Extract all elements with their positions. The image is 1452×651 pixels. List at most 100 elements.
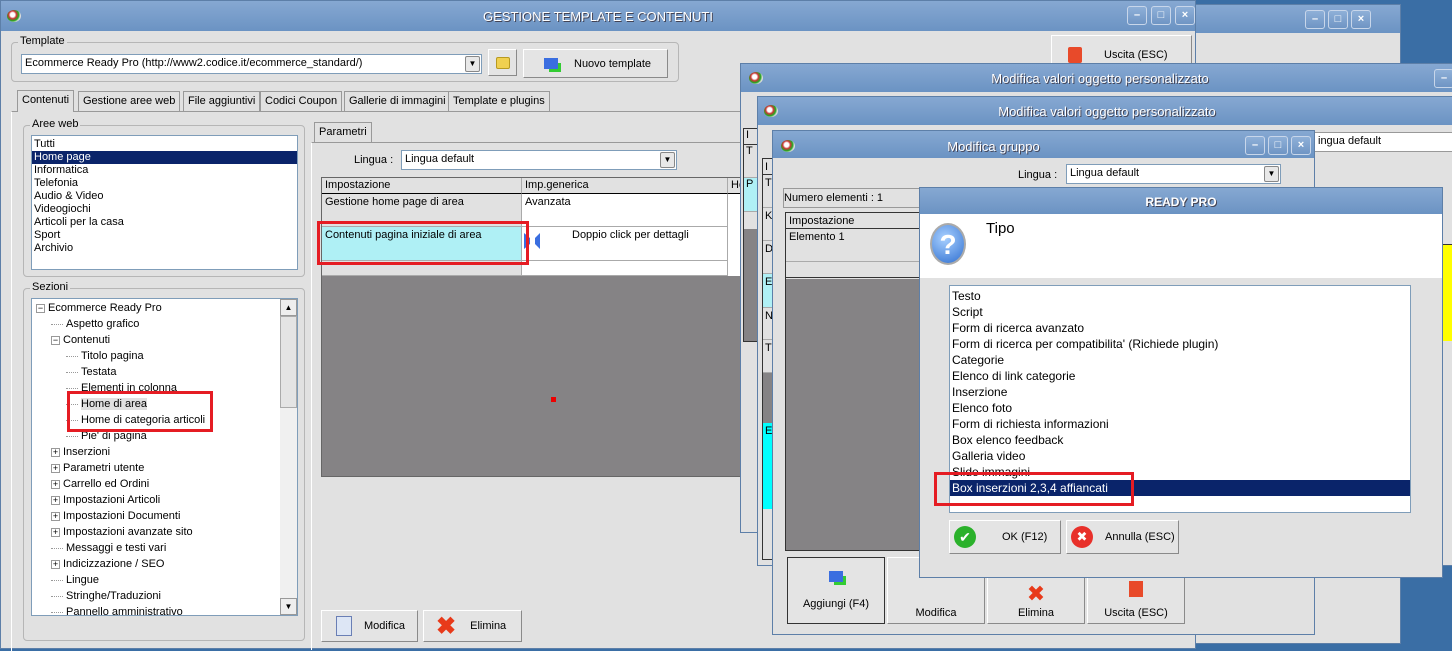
- template-select[interactable]: Ecommerce Ready Pro (http://www2.codice.…: [21, 54, 482, 74]
- tree-node[interactable]: + Impostazioni Articoli: [32, 492, 297, 508]
- lingua-select[interactable]: Lingua default ▼: [1066, 164, 1281, 184]
- elimina-button[interactable]: ✖ Elimina: [423, 610, 522, 642]
- tipo-option[interactable]: Galleria video: [950, 448, 1410, 464]
- chevron-down-icon[interactable]: ▼: [660, 152, 675, 168]
- tree-node[interactable]: + Inserzioni: [32, 444, 297, 460]
- grid-header-impostazione[interactable]: Impostazione: [786, 213, 924, 229]
- app-icon: [749, 72, 763, 84]
- scroll-up-button[interactable]: ▲: [280, 299, 297, 316]
- grid-header-impostazione[interactable]: Impostazione: [322, 178, 522, 194]
- tree-node[interactable]: − Contenuti: [32, 332, 297, 348]
- tab-gestione-aree-web[interactable]: Gestione aree web: [78, 91, 181, 111]
- minimize-button[interactable]: –: [1245, 136, 1265, 155]
- aree-web-list[interactable]: Tutti Home page Informatica Telefonia Audio …: [31, 135, 298, 270]
- chevron-down-icon[interactable]: ▼: [1264, 166, 1279, 182]
- tree-node[interactable]: Lingue: [32, 572, 297, 588]
- tree-node[interactable]: − Ecommerce Ready Pro: [32, 300, 297, 316]
- grid-header-imp-generica[interactable]: Imp.generica: [522, 178, 728, 194]
- tree-node-label: Inserzioni: [63, 446, 111, 458]
- aree-web-item[interactable]: Tutti: [32, 138, 297, 151]
- expand-icon[interactable]: +: [51, 448, 60, 457]
- tipo-option[interactable]: Script: [950, 304, 1410, 320]
- tipo-option[interactable]: Elenco di link categorie: [950, 368, 1410, 384]
- tree-node[interactable]: Messaggi e testi vari: [32, 540, 297, 556]
- close-button[interactable]: ×: [1291, 136, 1311, 155]
- title-bar: GESTIONE TEMPLATE E CONTENUTI: [1, 1, 1195, 31]
- elements-grid[interactable]: Impostazione Elemento 1: [785, 212, 925, 551]
- aree-web-item[interactable]: Articoli per la casa: [32, 216, 297, 229]
- tipo-option[interactable]: Elenco foto: [950, 400, 1410, 416]
- tipo-option[interactable]: Box elenco feedback: [950, 432, 1410, 448]
- close-button[interactable]: ×: [1175, 6, 1195, 25]
- tab-file-aggiuntivi[interactable]: File aggiuntivi: [183, 91, 261, 111]
- aree-web-item[interactable]: Telefonia: [32, 177, 297, 190]
- ok-label: OK (F12): [1002, 531, 1048, 543]
- grid-row[interactable]: Elemento 1: [786, 229, 924, 262]
- expand-icon[interactable]: +: [51, 528, 60, 537]
- sezioni-tree[interactable]: − Ecommerce Ready Pro Aspetto grafico − Cont…: [31, 298, 298, 616]
- lingua-select[interactable]: ingua default: [1314, 132, 1452, 152]
- tree-node[interactable]: + Impostazioni avanzate sito: [32, 524, 297, 540]
- collapse-icon[interactable]: −: [36, 304, 45, 313]
- chevron-down-icon[interactable]: ▼: [465, 56, 480, 72]
- ok-button[interactable]: ✔ OK (F12): [949, 520, 1061, 554]
- modifica-button[interactable]: Modifica: [321, 610, 418, 642]
- maximize-button[interactable]: □: [1268, 136, 1288, 155]
- tree-node[interactable]: + Parametri utente: [32, 460, 297, 476]
- tree-node-label: Contenuti: [63, 334, 111, 346]
- tree-node[interactable]: Aspetto grafico: [32, 316, 297, 332]
- lingua-select[interactable]: Lingua default ▼: [401, 150, 677, 170]
- tree-node[interactable]: + Indicizzazione / SEO: [32, 556, 297, 572]
- minimize-button[interactable]: –: [1127, 6, 1147, 25]
- tree-node[interactable]: + Carrello ed Ordini: [32, 476, 297, 492]
- scroll-down-button[interactable]: ▼: [280, 598, 297, 615]
- minimize-button[interactable]: –: [1434, 69, 1452, 88]
- cancel-button[interactable]: ✖ Annulla (ESC): [1066, 520, 1179, 554]
- close-button[interactable]: ×: [1351, 10, 1371, 29]
- tree-node[interactable]: Testata: [32, 364, 297, 380]
- tipo-option[interactable]: Form di richiesta informazioni: [950, 416, 1410, 432]
- aree-web-item[interactable]: Videogiochi: [32, 203, 297, 216]
- tipo-option[interactable]: Testo: [950, 288, 1410, 304]
- tab-parametri[interactable]: Parametri: [314, 122, 372, 143]
- open-folder-button[interactable]: [488, 49, 517, 76]
- tipo-option[interactable]: Form di ricerca avanzato: [950, 320, 1410, 336]
- expand-icon[interactable]: +: [51, 512, 60, 521]
- expand-icon[interactable]: +: [51, 560, 60, 569]
- tab-contenuti[interactable]: Contenuti: [17, 90, 75, 112]
- maximize-button[interactable]: □: [1328, 10, 1348, 29]
- expand-icon[interactable]: +: [51, 496, 60, 505]
- aree-web-item[interactable]: Informatica: [32, 164, 297, 177]
- tipo-option[interactable]: Categorie: [950, 352, 1410, 368]
- maximize-button[interactable]: □: [1151, 6, 1171, 25]
- tab-template-plugins[interactable]: Template e plugins: [448, 91, 550, 111]
- grid-cell[interactable]: Doppio click per dettagli: [522, 227, 728, 261]
- folder-icon: [495, 56, 510, 69]
- aree-web-item[interactable]: Home page: [32, 151, 297, 164]
- tree-node[interactable]: Titolo pagina: [32, 348, 297, 364]
- minimize-button[interactable]: –: [1305, 10, 1325, 29]
- aggiungi-button[interactable]: Aggiungi (F4): [787, 557, 885, 624]
- tipo-option[interactable]: Form di ricerca per compatibilita' (Rich…: [950, 336, 1410, 352]
- aree-web-item[interactable]: Audio & Video: [32, 190, 297, 203]
- grid-cell[interactable]: Avanzata: [522, 194, 728, 227]
- tipo-option[interactable]: Inserzione: [950, 384, 1410, 400]
- tab-codici-coupon[interactable]: Codici Coupon: [260, 91, 343, 111]
- new-template-button[interactable]: Nuovo template: [523, 49, 668, 78]
- grid-cell[interactable]: [522, 261, 728, 276]
- add-icon: [544, 58, 558, 69]
- aree-web-item[interactable]: Sport: [32, 229, 297, 242]
- tree-scrollbar[interactable]: ▲ ▼: [280, 299, 297, 615]
- expand-icon[interactable]: +: [51, 480, 60, 489]
- window-title: Modifica valori oggetto personalizzato: [998, 104, 1216, 119]
- tree-node[interactable]: Pannello amministrativo: [32, 604, 297, 615]
- aree-web-item[interactable]: Archivio: [32, 242, 297, 255]
- tree-node[interactable]: Stringhe/Traduzioni: [32, 588, 297, 604]
- tab-gallerie[interactable]: Gallerie di immagini: [344, 91, 451, 111]
- partial-cell: I: [744, 129, 757, 145]
- scroll-thumb[interactable]: [280, 316, 297, 408]
- expand-icon[interactable]: +: [51, 464, 60, 473]
- collapse-icon[interactable]: −: [51, 336, 60, 345]
- tree-node[interactable]: + Impostazioni Documenti: [32, 508, 297, 524]
- cancel-label: Annulla (ESC): [1105, 531, 1175, 543]
